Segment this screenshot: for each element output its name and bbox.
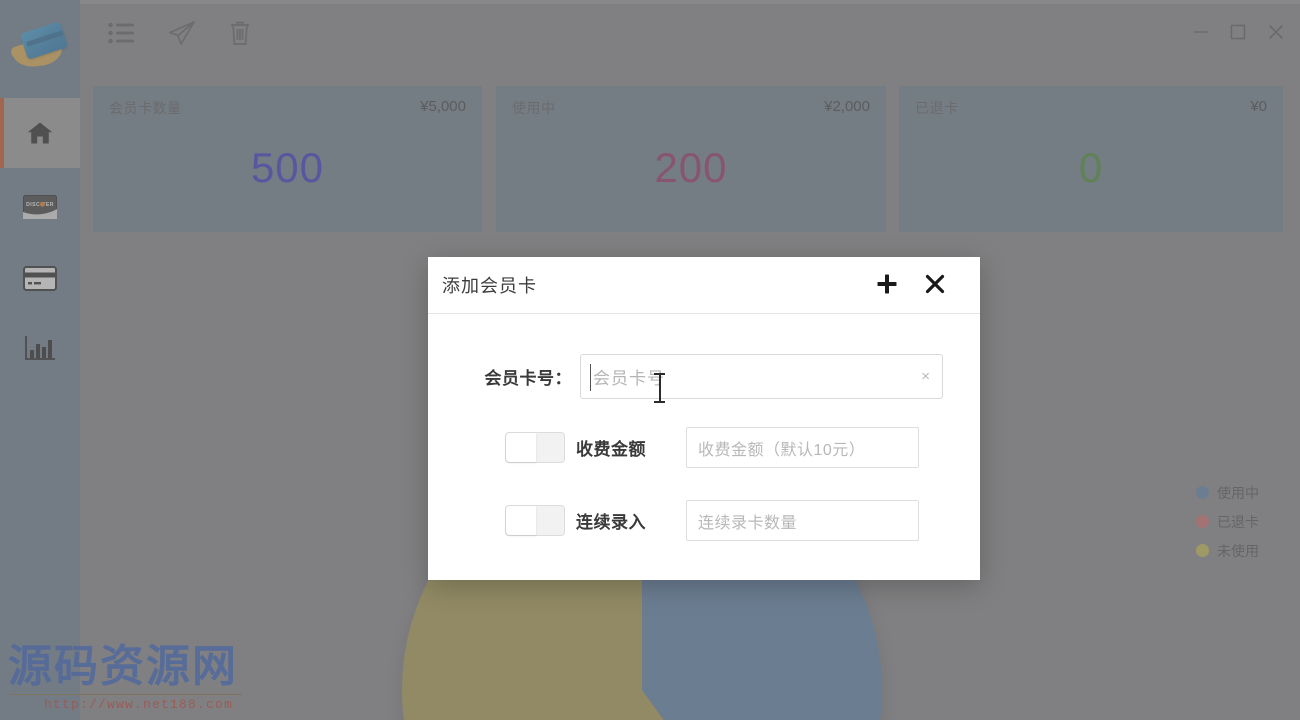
fee-input[interactable]: 收费金额（默认10元） [686,427,919,468]
fee-row: 收费金额 收费金额（默认10元） [428,427,980,468]
toggle-knob [506,433,536,462]
dialog-title: 添加会员卡 [442,276,537,296]
toggle-knob [506,506,536,535]
clear-icon[interactable]: × [921,369,930,385]
continuous-row: 连续录入 连续录卡数量 [428,500,980,541]
close-icon [924,273,946,300]
card-number-input[interactable]: 会员卡号 × [580,354,943,399]
card-number-placeholder: 会员卡号 [593,369,665,388]
card-number-row: 会员卡号： 会员卡号 × [428,354,980,399]
fee-toggle-label: 收费金额 [576,440,646,459]
add-icon [876,273,898,300]
continuous-placeholder: 连续录卡数量 [698,514,798,532]
dialog-body: 会员卡号： 会员卡号 × 收费金额 收费金额（默认10元） 连续录入 连续录卡数… [428,314,980,580]
dialog-close-button[interactable] [920,271,950,301]
continuous-toggle[interactable] [505,505,565,536]
fee-placeholder: 收费金额（默认10元） [698,441,866,459]
continuous-toggle-label: 连续录入 [576,513,646,532]
add-member-card-dialog: 添加会员卡 会员卡号： 会员卡号 × 收费金额 收费金额（默认10元） 连续录入… [428,257,980,580]
card-number-label: 会员卡号： [484,369,572,388]
dialog-header: 添加会员卡 [428,257,980,314]
continuous-input[interactable]: 连续录卡数量 [686,500,919,541]
fee-toggle[interactable] [505,432,565,463]
text-caret [590,364,591,391]
dialog-add-button[interactable] [872,271,902,301]
